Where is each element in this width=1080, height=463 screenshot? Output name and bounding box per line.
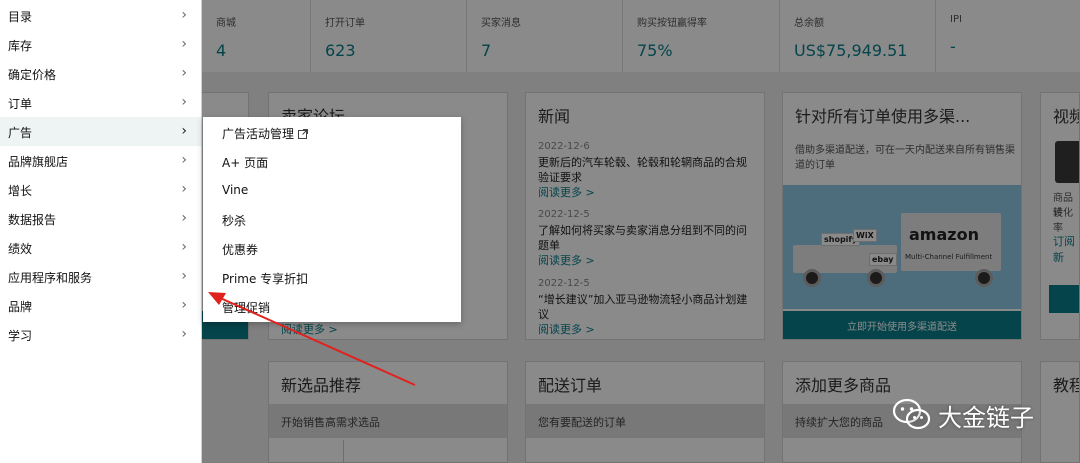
chevron-right-icon: › — [181, 268, 187, 284]
submenu-item-a-plus[interactable]: A+ 页面 — [222, 154, 268, 171]
wechat-icon — [892, 398, 932, 436]
submenu-item-label: 广告活动管理 — [222, 127, 295, 141]
chevron-right-icon: › — [181, 36, 187, 52]
chevron-right-icon: › — [181, 326, 187, 342]
sidebar-nav: 目录 › 库存 › 确定价格 › 订单 › 广告 › 品牌旗舰店 › 增长 › … — [0, 0, 202, 463]
sidebar-item-advertising[interactable]: 广告 › — [0, 117, 201, 146]
sidebar-item-label: 品牌 — [8, 300, 33, 314]
chevron-right-icon: › — [181, 152, 187, 168]
external-link-icon — [298, 128, 309, 142]
sidebar-item-label: 增长 — [8, 184, 33, 198]
sidebar-item-label: 应用程序和服务 — [8, 271, 93, 285]
chevron-right-icon: › — [181, 297, 187, 313]
chevron-right-icon: › — [181, 210, 187, 226]
submenu-item-campaign-manager[interactable]: 广告活动管理 — [222, 125, 309, 142]
sidebar-item-label: 确定价格 — [8, 68, 57, 82]
submenu-item-lightning-deals[interactable]: 秒杀 — [222, 212, 246, 229]
chevron-right-icon: › — [181, 239, 187, 255]
chevron-right-icon: › — [181, 123, 187, 139]
sidebar-item-label: 数据报告 — [8, 213, 57, 227]
sidebar-item-apps-services[interactable]: 应用程序和服务 › — [0, 262, 201, 291]
sidebar-item-pricing[interactable]: 确定价格 › — [0, 59, 201, 88]
sidebar-item-reports[interactable]: 数据报告 › — [0, 204, 201, 233]
sidebar-item-brands[interactable]: 品牌 › — [0, 291, 201, 320]
sidebar-item-learn[interactable]: 学习 › — [0, 320, 201, 349]
sidebar-item-performance[interactable]: 绩效 › — [0, 233, 201, 262]
sidebar-item-label: 品牌旗舰店 — [8, 155, 69, 169]
sidebar-item-brand-store[interactable]: 品牌旗舰店 › — [0, 146, 201, 175]
chevron-right-icon: › — [181, 7, 187, 23]
submenu-item-vine[interactable]: Vine — [222, 183, 248, 197]
sidebar-item-orders[interactable]: 订单 › — [0, 88, 201, 117]
submenu-item-manage-promotions[interactable]: 管理促销 — [222, 299, 270, 316]
submenu-item-coupons[interactable]: 优惠券 — [222, 241, 258, 258]
sidebar-item-label: 学习 — [8, 329, 33, 343]
submenu-item-prime-discount[interactable]: Prime 专享折扣 — [222, 270, 308, 287]
sidebar-item-inventory[interactable]: 库存 › — [0, 30, 201, 59]
sidebar-item-label: 目录 — [8, 10, 33, 24]
sidebar-item-label: 库存 — [8, 39, 33, 53]
sidebar-item-label: 绩效 — [8, 242, 33, 256]
sidebar-item-label: 广告 — [8, 126, 33, 140]
chevron-right-icon: › — [181, 181, 187, 197]
chevron-right-icon: › — [181, 65, 187, 81]
sidebar-item-label: 订单 — [8, 97, 33, 111]
chevron-right-icon: › — [181, 94, 187, 110]
sidebar-item-catalog[interactable]: 目录 › — [0, 1, 201, 30]
watermark-text: 大金链子 — [938, 404, 1034, 432]
advertising-submenu: 广告活动管理 A+ 页面 Vine 秒杀 优惠券 Prime 专享折扣 管理促销 — [203, 117, 461, 322]
sidebar-item-growth[interactable]: 增长 › — [0, 175, 201, 204]
